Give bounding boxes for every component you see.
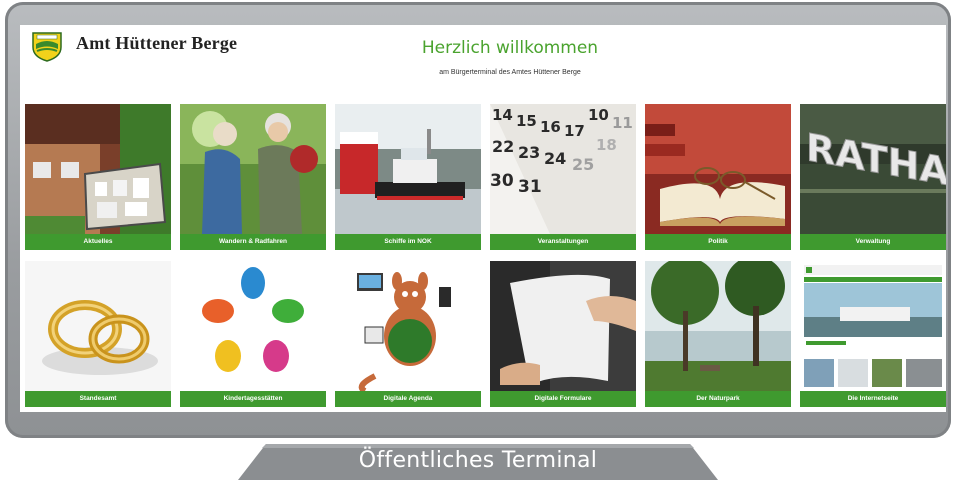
tile-label: Aktuelles	[25, 234, 171, 250]
colorful-hands-image	[180, 261, 326, 391]
rathaus-sign-image: RATHAUS	[800, 104, 946, 234]
tile-label: Kindertagesstätten	[180, 391, 326, 407]
tile-label: Standesamt	[25, 391, 171, 407]
svg-text:22: 22	[492, 137, 514, 156]
coat-of-arms-logo	[32, 32, 62, 62]
hikers-image	[180, 104, 326, 234]
svg-text:16: 16	[540, 118, 561, 136]
tile-wandern-radfahren[interactable]: Wandern & Radfahren	[180, 104, 326, 254]
welcome-heading: Herzlich willkommen	[421, 38, 599, 58]
book-glasses-image	[645, 104, 791, 234]
brand-name: Amt Hüttener Berge	[76, 33, 238, 53]
tile-kindertagesstaetten[interactable]: Kindertagesstätten	[180, 261, 326, 411]
tile-standesamt[interactable]: Standesamt	[25, 261, 171, 411]
svg-text:25: 25	[572, 155, 594, 174]
tile-verwaltung[interactable]: RATHAUS Verwaltung	[800, 104, 946, 254]
terminal-footer-label: Öffentliches Terminal	[358, 448, 598, 473]
tile-label: Der Naturpark	[645, 391, 791, 407]
terminal-screen: Amt Hüttener Berge Herzlich willkommen a…	[20, 25, 946, 412]
ships-image	[335, 104, 481, 234]
svg-text:17: 17	[564, 122, 585, 140]
paper-handover-image	[490, 261, 636, 391]
lake-forest-image	[645, 261, 791, 391]
svg-text:10: 10	[588, 106, 609, 124]
tile-label: Digitale Formulare	[490, 391, 636, 407]
tile-die-internetseite[interactable]: Die Internetseite	[800, 261, 946, 411]
calendar-image: 14 15 16 17 10 11 22 23 24 25 18 30 31	[490, 104, 636, 234]
welcome-subline: am Bürgerterminal des Amtes Hüttener Ber…	[439, 69, 581, 76]
notice-board-image	[25, 104, 171, 234]
tile-label: Digitale Agenda	[335, 391, 481, 407]
svg-text:24: 24	[544, 149, 566, 168]
tile-veranstaltungen[interactable]: 14 15 16 17 10 11 22 23 24 25 18 30 31 V…	[490, 104, 636, 254]
tile-digitale-agenda[interactable]: Digitale Agenda	[335, 261, 481, 411]
tile-der-naturpark[interactable]: Der Naturpark	[645, 261, 791, 411]
tile-digitale-formulare[interactable]: Digitale Formulare	[490, 261, 636, 411]
svg-text:11: 11	[612, 114, 633, 132]
tile-politik[interactable]: Politik	[645, 104, 791, 254]
svg-text:18: 18	[596, 136, 617, 154]
svg-text:31: 31	[518, 177, 542, 197]
svg-text:23: 23	[518, 143, 540, 162]
tile-label: Verwaltung	[800, 234, 946, 250]
tile-label: Politik	[645, 234, 791, 250]
tile-label: Die Internetseite	[800, 391, 946, 407]
tile-aktuelles[interactable]: Aktuelles	[25, 104, 171, 254]
svg-text:15: 15	[516, 112, 537, 130]
website-screenshot-image	[800, 261, 946, 391]
svg-text:14: 14	[492, 106, 513, 124]
tile-label: Wandern & Radfahren	[180, 234, 326, 250]
wedding-rings-image	[25, 261, 171, 391]
cartoon-mascot-image	[335, 261, 481, 391]
tile-label: Veranstaltungen	[490, 234, 636, 250]
tile-schiffe-nok[interactable]: Schiffe im NOK	[335, 104, 481, 254]
svg-text:30: 30	[490, 171, 514, 191]
tile-label: Schiffe im NOK	[335, 234, 481, 250]
